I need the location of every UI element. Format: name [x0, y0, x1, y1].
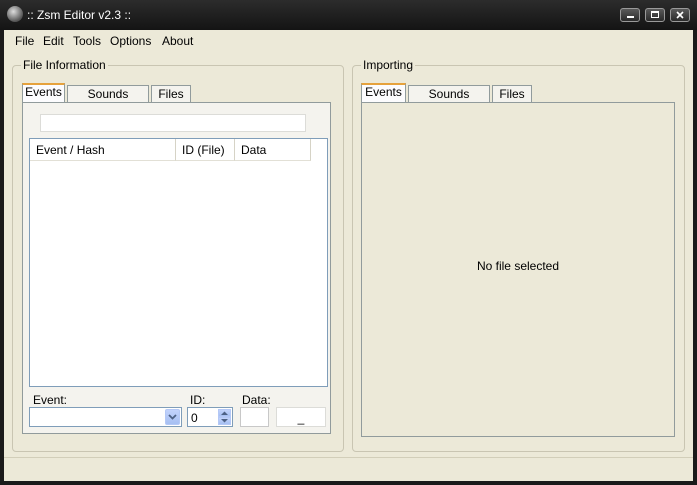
menu-about[interactable]: About [162, 34, 193, 48]
window-title: :: Zsm Editor v2.3 :: [27, 8, 132, 22]
data-label: Data: [242, 393, 271, 407]
tab-sounds-details-right[interactable]: Sounds Details [408, 85, 490, 117]
search-input[interactable] [40, 114, 306, 132]
tab-files-left[interactable]: Files [151, 85, 191, 102]
no-file-selected-message: No file selected [476, 259, 560, 273]
maximize-icon [651, 11, 659, 18]
chevron-down-icon [168, 414, 177, 420]
tab-files-right[interactable]: Files [492, 85, 532, 102]
events-list[interactable]: Event / Hash ID (File) Data [29, 138, 328, 387]
close-button[interactable] [670, 8, 690, 22]
title-bar[interactable]: :: Zsm Editor v2.3 :: [0, 0, 697, 30]
id-spinner[interactable]: 0 [187, 407, 233, 427]
importing-tab-panel: No file selected [361, 102, 675, 437]
column-id-file[interactable]: ID (File) [176, 139, 235, 161]
minimize-button[interactable] [620, 8, 640, 22]
tab-events-right[interactable]: Events [361, 83, 406, 102]
status-bar [4, 457, 693, 481]
tab-sounds-details-left[interactable]: Sounds Details [67, 85, 149, 117]
menu-edit[interactable]: Edit [43, 34, 64, 48]
extra-field[interactable]: _ [276, 407, 326, 427]
data-input[interactable] [240, 407, 269, 427]
event-dropdown-button[interactable] [165, 409, 180, 425]
maximize-button[interactable] [645, 8, 665, 22]
menu-bar: File Edit Tools Options About [4, 30, 693, 52]
event-combobox[interactable] [29, 407, 182, 427]
tab-events-left[interactable]: Events [22, 83, 65, 102]
app-icon[interactable] [7, 6, 23, 22]
event-label: Event: [33, 393, 68, 407]
arrow-up-icon [221, 411, 228, 415]
window-body: File Edit Tools Options About File Infor… [4, 30, 693, 481]
minimize-icon [627, 16, 634, 18]
column-data[interactable]: Data [235, 139, 311, 161]
column-event-hash[interactable]: Event / Hash [30, 139, 176, 161]
close-icon [676, 11, 684, 19]
file-information-legend: File Information [21, 58, 108, 72]
id-spin-down[interactable] [218, 417, 231, 425]
id-spin-up[interactable] [218, 409, 231, 417]
id-value: 0 [191, 411, 198, 425]
menu-options[interactable]: Options [110, 34, 151, 48]
id-label: ID: [190, 393, 206, 407]
arrow-down-icon [221, 419, 228, 423]
menu-tools[interactable]: Tools [73, 34, 101, 48]
importing-legend: Importing [361, 58, 416, 72]
events-tab-panel: Event / Hash ID (File) Data Event: ID: D… [22, 102, 331, 434]
menu-file[interactable]: File [15, 34, 34, 48]
